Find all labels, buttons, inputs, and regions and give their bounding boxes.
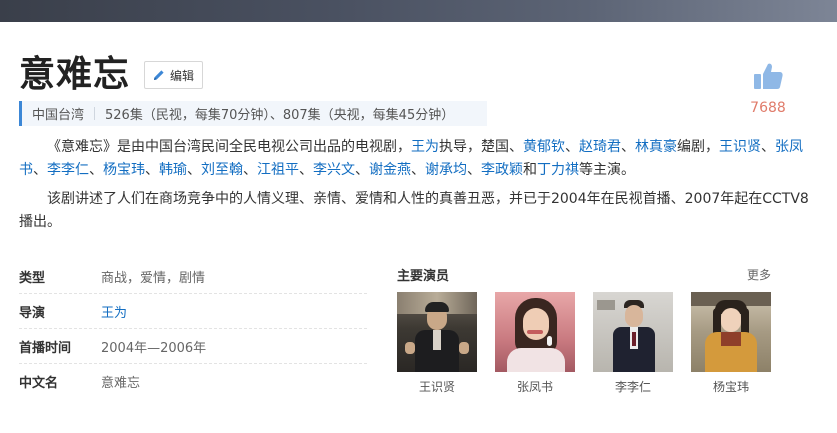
intro-text: 、: [187, 162, 201, 178]
intro-link[interactable]: 杨宝玮: [103, 162, 145, 178]
intro-text: 、: [243, 162, 257, 178]
cast-list: 王识贤 张凤书 李李仁 杨宝玮: [397, 292, 777, 395]
intro-text: 、: [761, 139, 775, 155]
intro-paragraph-2: 该剧讲述了人们在商场竞争中的人情义理、亲情、爱情和人性的真善丑恶，并已于2004…: [19, 191, 809, 230]
intro-link[interactable]: 李政颖: [481, 162, 523, 178]
intro-link[interactable]: 王为: [411, 139, 439, 155]
intro-text: 、: [565, 139, 579, 155]
intro-paragraph-1: 《意难忘》是由中国台湾民间全民电视公司出品的电视剧，王为执导，楚国、黄郁钦、赵琦…: [19, 136, 809, 182]
top-banner: [0, 0, 837, 22]
cast-title: 主要演员: [397, 268, 450, 284]
intro-link[interactable]: 李兴文: [313, 162, 355, 178]
cast-photo: [593, 292, 673, 372]
intro-link[interactable]: 谢金燕: [369, 162, 411, 178]
intro-text: 《意难忘》是由中国台湾民间全民电视公司出品的电视剧，: [47, 139, 411, 155]
cast-member[interactable]: 杨宝玮: [691, 292, 771, 395]
info-value: 意难忘: [101, 375, 141, 391]
info-key: 类型: [19, 270, 46, 286]
info-row: 类型 商战，爱情，剧情: [19, 259, 367, 294]
episodes-text: 526集（民视，每集70分钟）、807集（央视，每集45分钟）: [105, 108, 455, 123]
intro-text: 、: [621, 139, 635, 155]
cast-photo: [495, 292, 575, 372]
cast-header: 主要演员 更多: [397, 264, 777, 284]
info-value: 2004年—2006年: [101, 340, 207, 356]
intro-link[interactable]: 江祖平: [257, 162, 299, 178]
intro-text: 和: [523, 162, 537, 178]
intro-text: 、: [411, 162, 425, 178]
edit-button[interactable]: 编辑: [144, 61, 204, 89]
info-value: 商战，爱情，剧情: [101, 270, 206, 286]
pencil-icon: [154, 70, 164, 80]
cast-name: 李李仁: [614, 380, 651, 394]
info-key: 导演: [19, 305, 46, 321]
intro-section: 《意难忘》是由中国台湾民间全民电视公司出品的电视剧，王为执导，楚国、黄郁钦、赵琦…: [19, 136, 809, 240]
intro-link[interactable]: 韩瑜: [159, 162, 187, 178]
intro-link[interactable]: 林真豪: [635, 139, 677, 155]
cast-member[interactable]: 李李仁: [593, 292, 673, 395]
intro-text: 、: [467, 162, 481, 178]
summary-divider: [94, 107, 96, 120]
intro-text: 、: [299, 162, 313, 178]
like-button[interactable]: 7688: [744, 62, 792, 116]
intro-link[interactable]: 黄郁钦: [523, 139, 565, 155]
intro-text: 、: [33, 162, 47, 178]
info-row: 首播时间 2004年—2006年: [19, 329, 367, 364]
cast-name: 张凤书: [516, 380, 553, 394]
cast-name: 王识贤: [418, 380, 455, 394]
region-text: 中国台湾: [32, 108, 85, 123]
intro-text: 、: [355, 162, 369, 178]
edit-button-label: 编辑: [170, 68, 195, 83]
intro-text: 等主演。: [579, 162, 635, 178]
intro-text: 、: [89, 162, 103, 178]
like-count: 7688: [750, 100, 786, 116]
cast-photo: [691, 292, 771, 372]
info-row: 中文名 意难忘: [19, 364, 367, 398]
intro-link[interactable]: 刘至翰: [201, 162, 243, 178]
intro-link[interactable]: 丁力祺: [537, 162, 579, 178]
intro-text: 编剧，: [677, 139, 719, 155]
info-table: 类型 商战，爱情，剧情导演 王为首播时间 2004年—2006年中文名 意难忘: [19, 259, 367, 398]
thumbs-up-icon: [754, 63, 783, 89]
info-row: 导演 王为: [19, 294, 367, 329]
info-key: 中文名: [19, 375, 59, 391]
info-value[interactable]: 王为: [101, 302, 127, 321]
summary-bar: 中国台湾 526集（民视，每集70分钟）、807集（央视，每集45分钟）: [19, 101, 487, 126]
intro-link[interactable]: 赵琦君: [579, 139, 621, 155]
cast-member[interactable]: 王识贤: [397, 292, 477, 395]
page-title: 意难忘: [19, 54, 131, 95]
info-key: 首播时间: [19, 340, 72, 356]
cast-member[interactable]: 张凤书: [495, 292, 575, 395]
page: 意难忘 编辑 中国台湾 526集（民视，每集70分钟）、807集（央视，每集45…: [0, 0, 837, 433]
cast-name: 杨宝玮: [712, 380, 749, 394]
intro-text: 执导，楚国、: [439, 139, 523, 155]
intro-link[interactable]: 李李仁: [47, 162, 89, 178]
intro-link[interactable]: 谢承均: [425, 162, 467, 178]
intro-text: 、: [145, 162, 159, 178]
intro-link[interactable]: 王识贤: [719, 139, 761, 155]
cast-more-link[interactable]: 更多: [747, 266, 771, 283]
cast-photo: [397, 292, 477, 372]
cast-section: 主要演员 更多 王识贤 张凤书 李李仁 杨宝玮: [397, 264, 777, 395]
title-row: 意难忘 编辑: [19, 52, 204, 98]
